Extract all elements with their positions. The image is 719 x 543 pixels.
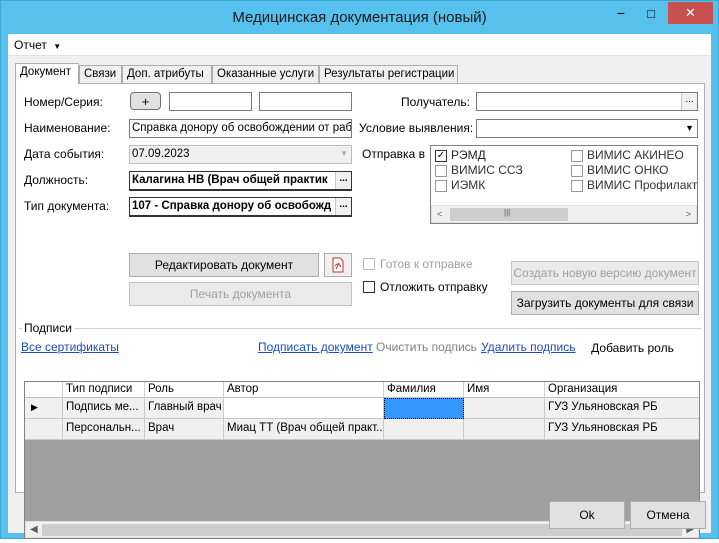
- row-selector[interactable]: [25, 419, 63, 440]
- table-cell[interactable]: [384, 419, 464, 440]
- table-cell[interactable]: [464, 398, 545, 419]
- add-role-button[interactable]: Добавить роль: [578, 336, 687, 360]
- edit-document-button[interactable]: Редактировать документ: [129, 253, 319, 277]
- column-header[interactable]: Фамилия: [384, 382, 464, 398]
- tab-links[interactable]: Связи: [79, 65, 122, 83]
- table-cell[interactable]: Врач: [145, 419, 224, 440]
- chevron-down-icon: ▼: [340, 149, 348, 158]
- load-documents-button[interactable]: Загрузить документы для связи: [511, 291, 699, 315]
- doctype-browse-button[interactable]: ...: [335, 198, 351, 215]
- send-remd-checkbox[interactable]: ✓: [435, 150, 447, 162]
- menu-bar: Отчет ▼: [8, 34, 711, 56]
- send-vimis-onko-label: ВИМИС ОНКО: [587, 163, 669, 177]
- add-number-button[interactable]: +: [130, 92, 161, 110]
- pdf-document-button[interactable]: [324, 253, 352, 277]
- postpone-send-label: Отложить отправку: [380, 280, 488, 294]
- send-remd-label: РЭМД: [451, 148, 486, 162]
- doctype-value: 107 - Справка донору об освобожд: [132, 200, 332, 212]
- table-cell[interactable]: Миац ТТ (Врач общей практ...: [224, 419, 384, 440]
- ok-button[interactable]: Ok: [549, 501, 625, 529]
- send-to-label: Отправка в: [362, 147, 425, 161]
- clear-signature-link[interactable]: Очистить подпись: [376, 340, 477, 354]
- send-iemk-label: ИЭМК: [451, 178, 486, 192]
- table-cell[interactable]: Подпись ме...: [63, 398, 145, 419]
- report-menu[interactable]: Отчет ▼: [14, 38, 61, 52]
- column-header[interactable]: Роль: [145, 382, 224, 398]
- ready-to-send-checkbox[interactable]: [363, 258, 375, 270]
- tab-registration-results[interactable]: Результаты регистрации: [319, 65, 458, 83]
- date-label: Дата события:: [24, 147, 105, 161]
- column-header[interactable]: Автор: [224, 382, 384, 398]
- date-value: 07.09.2023: [132, 148, 190, 160]
- postpone-send-checkbox[interactable]: [363, 281, 375, 293]
- column-header[interactable]: Имя: [464, 382, 545, 398]
- doctype-label: Тип документа:: [24, 199, 110, 213]
- minimize-button[interactable]: −: [608, 2, 634, 24]
- send-vimis-prof-checkbox[interactable]: [571, 180, 583, 192]
- name-field[interactable]: Справка донору об освобождении от работ: [129, 119, 352, 138]
- tab-services[interactable]: Оказанные услуги: [212, 65, 319, 83]
- recipient-field[interactable]: ...: [476, 92, 698, 111]
- delete-signature-link[interactable]: Удалить подпись: [481, 340, 576, 354]
- column-header[interactable]: Тип подписи: [63, 382, 145, 398]
- position-value: Калагина НВ (Врач общей практик: [132, 174, 328, 186]
- chevron-down-icon: ▼: [53, 42, 62, 51]
- name-label: Наименование:: [24, 121, 111, 135]
- table-cell-selected[interactable]: [384, 398, 464, 419]
- table-cell[interactable]: Персональн...: [63, 419, 145, 440]
- condition-select[interactable]: ▼: [476, 119, 698, 138]
- scroll-right-icon[interactable]: >: [686, 209, 691, 219]
- all-certificates-link[interactable]: Все сертификаты: [21, 340, 119, 354]
- send-vimis-akineo-label: ВИМИС АКИНЕО: [587, 148, 684, 162]
- current-row-icon: ▶: [31, 402, 38, 412]
- tab-document[interactable]: Документ: [15, 63, 79, 84]
- title-bar[interactable]: Медицинская документация (новый) − □ ✕: [1, 1, 718, 35]
- pdf-file-icon: [332, 257, 344, 273]
- position-label: Должность:: [24, 173, 89, 187]
- cancel-button[interactable]: Отмена: [630, 501, 706, 529]
- document-tab-panel: Номер/Серия: + Наименование: Справка дон…: [15, 83, 705, 539]
- column-header[interactable]: Организация: [545, 382, 699, 398]
- condition-label: Условие выявления:: [359, 121, 474, 135]
- row-selector[interactable]: ▶: [25, 398, 63, 419]
- table-cell[interactable]: [464, 419, 545, 440]
- recipient-browse-button[interactable]: ...: [681, 93, 697, 110]
- grip-icon: |||: [504, 208, 511, 217]
- send-vimis-ssz-checkbox[interactable]: [435, 165, 447, 177]
- create-new-version-button[interactable]: Создать новую версию документ: [511, 261, 699, 285]
- table-cell[interactable]: ГУЗ Ульяновская РБ: [545, 398, 699, 419]
- report-menu-label: Отчет: [14, 38, 47, 52]
- table-cell[interactable]: Главный врач: [145, 398, 224, 419]
- send-vimis-prof-label: ВИМИС Профилактика: [587, 178, 697, 192]
- position-browse-button[interactable]: ...: [335, 172, 351, 189]
- table-cell[interactable]: ГУЗ Ульяновская РБ: [545, 419, 699, 440]
- ready-to-send-label: Готов к отправке: [380, 257, 473, 271]
- table-cell[interactable]: [224, 398, 384, 419]
- doctype-field[interactable]: 107 - Справка донору об освобожд ...: [129, 197, 352, 217]
- date-field[interactable]: 07.09.2023 ▼: [129, 145, 352, 164]
- application-window: Медицинская документация (новый) − □ ✕ О…: [0, 0, 719, 539]
- position-field[interactable]: Калагина НВ (Врач общей практик ...: [129, 171, 352, 191]
- tab-extra-attributes[interactable]: Доп. атрибуты: [122, 65, 212, 83]
- sign-document-link[interactable]: Подписать документ: [258, 340, 373, 354]
- signatures-group-label: Подписи: [22, 321, 74, 335]
- number-field[interactable]: [169, 92, 252, 111]
- number-label: Номер/Серия:: [24, 95, 103, 109]
- series-field[interactable]: [259, 92, 352, 111]
- send-targets-list: ✓ РЭМД ВИМИС АКИНЕО ВИМИС ССЗ ВИМИС ОНКО…: [430, 145, 698, 224]
- chevron-down-icon: ▼: [685, 123, 694, 133]
- send-iemk-checkbox[interactable]: [435, 180, 447, 192]
- print-document-button[interactable]: Печать документа: [129, 282, 352, 306]
- send-targets-hscrollbar[interactable]: < ||| >: [431, 205, 697, 223]
- row-header-corner: [25, 382, 63, 398]
- close-button[interactable]: ✕: [668, 2, 713, 24]
- scroll-left-icon[interactable]: ◀: [30, 524, 38, 535]
- send-vimis-akineo-checkbox[interactable]: [571, 150, 583, 162]
- window-client: Отчет ▼ Документ Связи Доп. атрибуты Ока…: [8, 34, 711, 539]
- send-vimis-ssz-label: ВИМИС ССЗ: [451, 163, 523, 177]
- maximize-button[interactable]: □: [638, 2, 664, 24]
- send-vimis-onko-checkbox[interactable]: [571, 165, 583, 177]
- scroll-left-icon[interactable]: <: [437, 209, 442, 219]
- recipient-label: Получатель:: [401, 95, 470, 109]
